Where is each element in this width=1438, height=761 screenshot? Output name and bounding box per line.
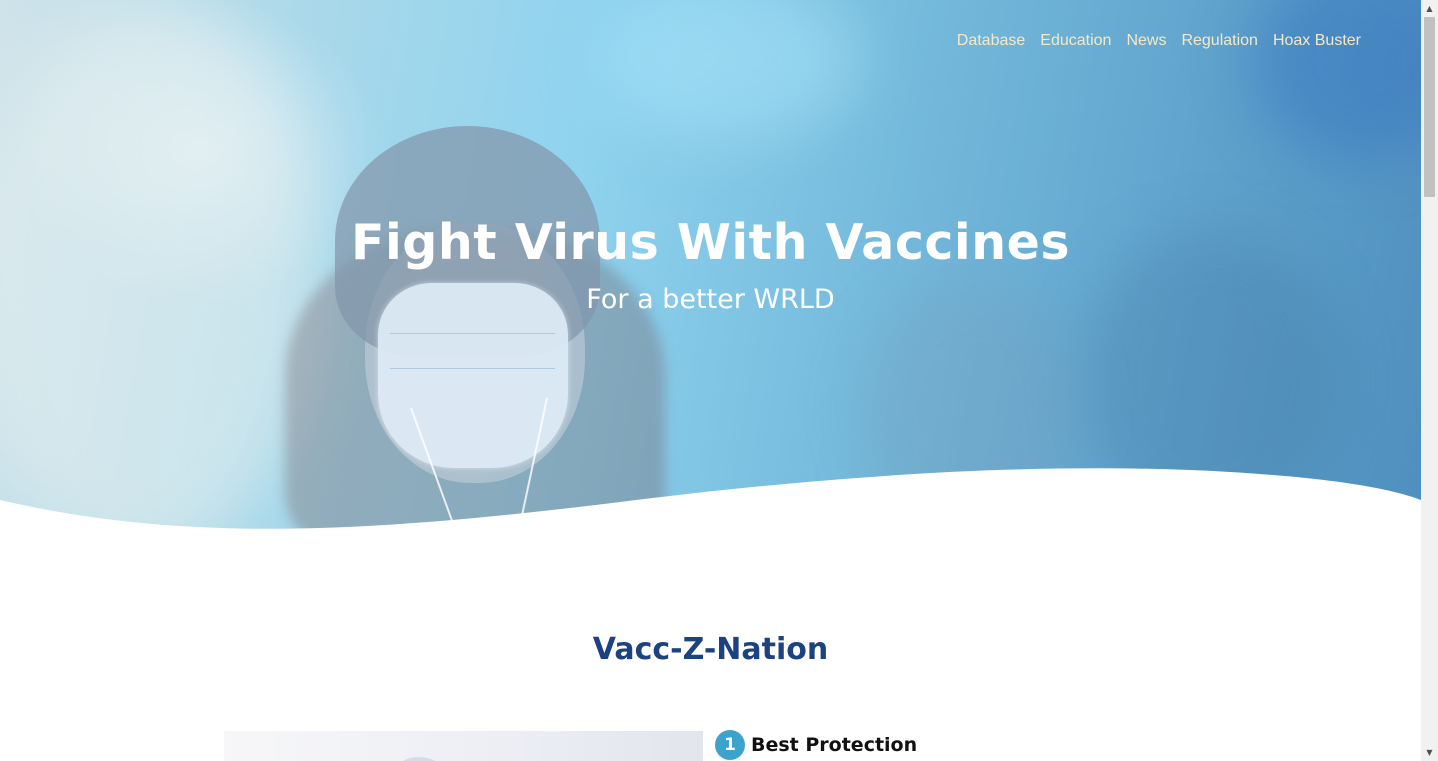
section-title: Vacc-Z-Nation [592, 632, 829, 667]
feature-number-badge: 1 [715, 730, 745, 760]
page: Database Education News Regulation Hoax … [0, 0, 1421, 761]
hero-banner: Database Education News Regulation Hoax … [0, 0, 1421, 540]
nav-link-database[interactable]: Database [957, 30, 1026, 52]
vertical-scrollbar[interactable]: ▲ ▼ [1421, 0, 1438, 761]
hero-wave-divider [0, 468, 1421, 540]
nav-link-news[interactable]: News [1126, 30, 1166, 52]
main-nav: Database Education News Regulation Hoax … [942, 30, 1361, 52]
feature-item-best-protection: 1 Best Protection [715, 730, 917, 760]
scrollbar-thumb[interactable] [1424, 17, 1435, 197]
scroll-down-arrow-icon[interactable]: ▼ [1421, 744, 1438, 761]
feature-label: Best Protection [751, 734, 918, 756]
feature-image [224, 731, 703, 761]
hero-title: Fight Virus With Vaccines [350, 214, 1071, 271]
nav-link-hoax-buster[interactable]: Hoax Buster [1273, 30, 1361, 52]
nav-link-education[interactable]: Education [1040, 30, 1111, 52]
nav-link-regulation[interactable]: Regulation [1181, 30, 1258, 52]
scroll-up-arrow-icon[interactable]: ▲ [1421, 0, 1438, 17]
hero-subtitle: For a better WRLD [586, 284, 835, 315]
